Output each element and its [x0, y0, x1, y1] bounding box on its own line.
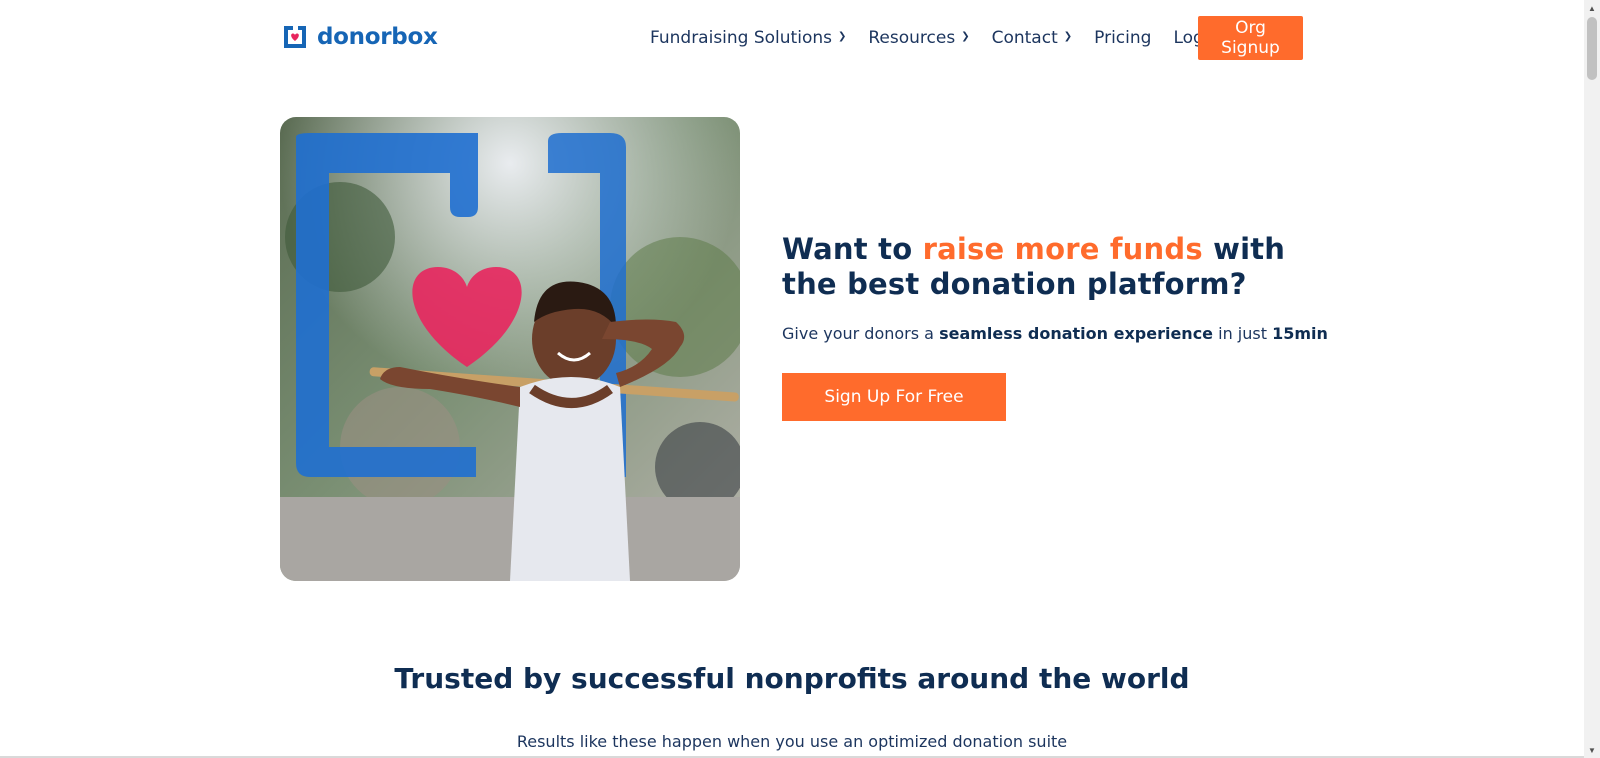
chevron-down-icon: ❯: [837, 30, 847, 42]
nav-label: Resources: [868, 28, 956, 48]
page: donorbox Fundraising Solutions ❯ Resourc…: [0, 0, 1584, 758]
hero-headline: Want to raise more funds with the best d…: [782, 232, 1322, 302]
hero-subtitle: Give your donors a seamless donation exp…: [782, 324, 1342, 343]
donorbox-logo[interactable]: donorbox: [281, 22, 438, 52]
nav-label: Fundraising Solutions: [650, 28, 832, 48]
scrollbar-thumb[interactable]: [1587, 17, 1597, 80]
subtitle-text: in just: [1213, 324, 1273, 343]
chevron-down-icon: ❯: [1063, 30, 1073, 42]
subtitle-bold: 15min: [1272, 324, 1328, 343]
nav-contact[interactable]: Contact ❯: [992, 28, 1073, 48]
subtitle-text: Give your donors a: [782, 324, 940, 343]
scroll-down-icon[interactable]: ▼: [1584, 742, 1600, 758]
nav-label: Pricing: [1094, 28, 1152, 48]
sign-up-for-free-button[interactable]: Sign Up For Free: [782, 373, 1006, 421]
nav-label: Contact: [991, 28, 1058, 48]
main-nav: Fundraising Solutions ❯ Resources ❯ Cont…: [650, 16, 1256, 60]
donorbox-logo-icon: [281, 23, 309, 51]
nav-fundraising-solutions[interactable]: Fundraising Solutions ❯: [650, 28, 846, 48]
org-signup-button[interactable]: Org Signup: [1198, 16, 1303, 60]
logo-text: donorbox: [317, 24, 438, 50]
nav-pricing[interactable]: Pricing: [1094, 28, 1151, 48]
scroll-up-icon[interactable]: ▲: [1584, 0, 1600, 16]
hero-image: [280, 117, 740, 581]
headline-highlight: raise more funds: [922, 232, 1203, 266]
trusted-heading: Trusted by successful nonprofits around …: [394, 662, 1190, 695]
scrollbar[interactable]: ▲ ▼: [1584, 0, 1600, 758]
subtitle-bold: seamless donation experience: [939, 324, 1214, 343]
trusted-subtitle: Results like these happen when you use a…: [516, 732, 1068, 751]
headline-text: Want to: [782, 232, 923, 266]
chevron-down-icon: ❯: [961, 30, 970, 42]
nav-resources[interactable]: Resources ❯: [868, 28, 969, 48]
